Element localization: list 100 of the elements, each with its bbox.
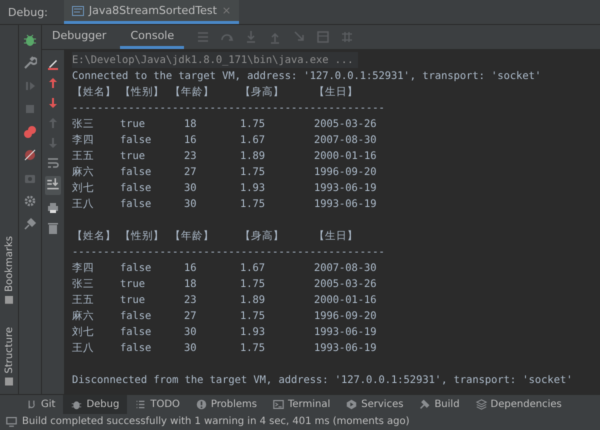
run-config-tab[interactable]: Java8StreamSortedTest × [64,0,240,24]
list-icon[interactable] [196,30,210,44]
console-cell: false [120,134,152,146]
tool-window-button[interactable]: Dependencies [468,395,570,414]
console-cell: 1996-09-20 [314,310,377,322]
column-header: 【姓名】 [72,85,117,100]
printer-icon[interactable] [46,201,60,215]
console-cell: true [120,294,146,306]
breakpoints-icon[interactable] [23,125,37,139]
panel-title: Debug: [8,6,48,18]
side-panel-tab[interactable]: Bookmarks [4,236,14,304]
branch-icon [26,399,37,410]
run-to-cursor-icon[interactable] [292,30,306,44]
side-panel-tab[interactable]: Structure [4,327,14,386]
column-header: 【身高】 [240,229,285,244]
tool-window-button[interactable]: Git [18,395,64,414]
console-cell-text: 16 [183,262,197,274]
console-cell: 王八 [72,198,94,210]
stop-icon[interactable] [23,102,37,116]
console-cell-text: 30 [183,326,197,338]
console-cell-text: 18 [183,118,197,130]
divider-line: -------------------------------------------------- [72,246,385,258]
console-cell: false [120,326,152,338]
console-cell: 1.75 [240,118,266,130]
console-cell-text: 23 [183,150,197,162]
column-header: 【年龄】 [170,85,215,100]
console-cell: 1993-06-19 [314,326,377,338]
column-header: 【身高】 [240,85,285,100]
column-header: 【姓名】 [72,229,117,244]
console-cell: 王五 [72,294,94,306]
services-icon [346,399,358,410]
tool-window-button[interactable]: Debug [63,395,128,414]
column-header: 【性别】 [120,229,165,244]
column-header: 【年龄】 [170,229,215,244]
console-cell: false [120,166,152,178]
console-tab-icon [72,6,84,16]
console-cell: 李四 [72,134,94,146]
console-cell: 2007-08-30 [314,134,377,146]
console-cell: 刘七 [72,182,94,194]
console-cell: 1.67 [240,134,266,146]
mute-breakpoints-icon[interactable] [23,148,37,162]
panel-tab[interactable]: Debugger [42,25,116,49]
console-cell-text: 23 [183,294,197,306]
bug-icon[interactable] [23,33,37,47]
console-cell: true [120,118,146,130]
console-cell: 1.75 [240,198,266,210]
console-cell: true [120,278,146,290]
bug-icon [71,399,82,410]
console-cell: 1.67 [240,262,266,274]
console-cell: true [120,150,146,162]
console-cell: 2000-01-16 [314,294,377,306]
console-cell: 麻六 [72,310,94,322]
console-cell-text: 27 [183,166,197,178]
resume-icon[interactable] [23,79,37,93]
console-cell: 1993-06-19 [314,342,377,354]
frame-icon[interactable] [316,30,330,44]
console-cell: 2000-01-16 [314,150,377,162]
console-cell: false [120,342,152,354]
console-cell: 李四 [72,262,94,274]
console-cell-text: 30 [183,198,197,210]
column-header: 【性别】 [120,85,165,100]
tool-window-button[interactable]: Services [338,395,412,414]
list-icon [135,399,146,410]
console-cell: 1.75 [240,166,266,178]
console-line: Connected to the target VM, address: '127.0.0.1:52931', transport: 'socket' [72,70,542,82]
layers-icon [476,399,487,410]
scroll-to-end-icon[interactable] [45,176,61,192]
tool-window-button[interactable]: TODO [127,395,188,414]
console-line: Disconnected from the target VM, address: '127.0.0.1:52931', transport: 'socket' [72,374,572,386]
console-cell: 1.89 [240,150,266,162]
console-cell: false [120,262,152,274]
console-cell: 张三 [72,118,94,130]
console-cell-text: 16 [183,134,197,146]
console-cell: 1.75 [240,278,266,290]
status-message: Build completed successfully with 1 warning in 4 sec, 401 ms (moments ago) [22,416,410,426]
console-cell: 1.75 [240,342,266,354]
console-cell-text: 27 [183,310,197,322]
console-cell: 2005-03-26 [314,278,377,290]
console-cell: 1.93 [240,182,266,194]
console-cell: 1.89 [240,294,266,306]
column-header: 【生日】 [314,229,359,244]
console-cell: false [120,198,152,210]
column-header: 【生日】 [314,85,359,100]
wrap-icon[interactable] [46,156,60,170]
gear-icon[interactable] [23,194,37,208]
tool-window-button[interactable]: Build [411,395,468,414]
console-cell: 1993-06-19 [314,198,377,210]
console-cell: 王五 [72,150,94,162]
tool-window-button[interactable]: Problems [188,395,265,414]
pin-icon[interactable] [23,217,37,231]
console-cell: 麻六 [72,166,94,178]
console-cell: 1993-06-19 [314,182,377,194]
divider-line: -------------------------------------------------- [72,102,385,114]
wrench-icon[interactable] [23,56,37,70]
console-cell: 刘七 [72,326,94,338]
tool-window-button[interactable]: Terminal [265,395,338,414]
console-cell: 张三 [72,278,94,290]
trash-icon[interactable] [46,221,60,235]
grid-icon[interactable] [340,30,354,44]
console-cell: 1.75 [240,310,266,322]
